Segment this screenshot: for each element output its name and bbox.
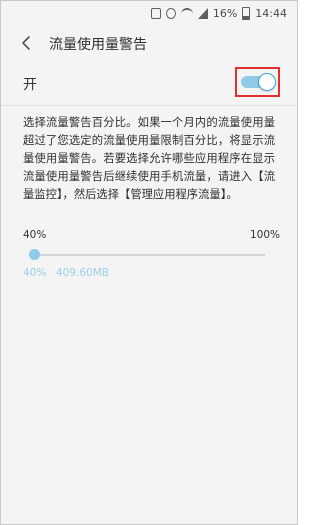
slider-current-percent: 40% (23, 267, 47, 279)
back-arrow-icon (22, 36, 30, 50)
toggle-label: 开 (23, 77, 37, 93)
nfc-icon (150, 7, 161, 19)
back-button[interactable] (17, 33, 37, 53)
slider-current-amount: 409.60MB (56, 267, 110, 279)
switch-knob (258, 73, 276, 91)
signal-icon (197, 7, 208, 19)
description-text: 选择流量警告百分比。如果一个月内的流量使用量超过了您选定的流量使用量限制百分比，… (23, 116, 275, 201)
page-title: 流量使用量警告 (49, 37, 147, 53)
wifi-icon (180, 8, 193, 18)
status-icons: 16% 14:44 (150, 6, 287, 20)
data-warning-toggle-row[interactable]: 开 (1, 65, 297, 101)
slider-thumb[interactable] (29, 249, 40, 260)
battery-percent: 16% (212, 6, 238, 20)
status-bar: 16% 14:44 (1, 1, 297, 25)
clock: 14:44 (255, 6, 287, 20)
slider-max-label: 100% (249, 229, 280, 241)
warning-slider[interactable] (33, 254, 265, 256)
app-header: 流量使用量警告 (1, 25, 297, 63)
toggle-switch[interactable] (241, 73, 276, 91)
mute-icon (165, 7, 176, 19)
battery-icon (242, 6, 251, 20)
divider (1, 105, 297, 106)
slider-min-label: 40% (23, 229, 47, 241)
phone-screen: 16% 14:44 流量使用量警告 开 选择流量警告百分比。如果一个月内的流量使… (0, 0, 298, 525)
